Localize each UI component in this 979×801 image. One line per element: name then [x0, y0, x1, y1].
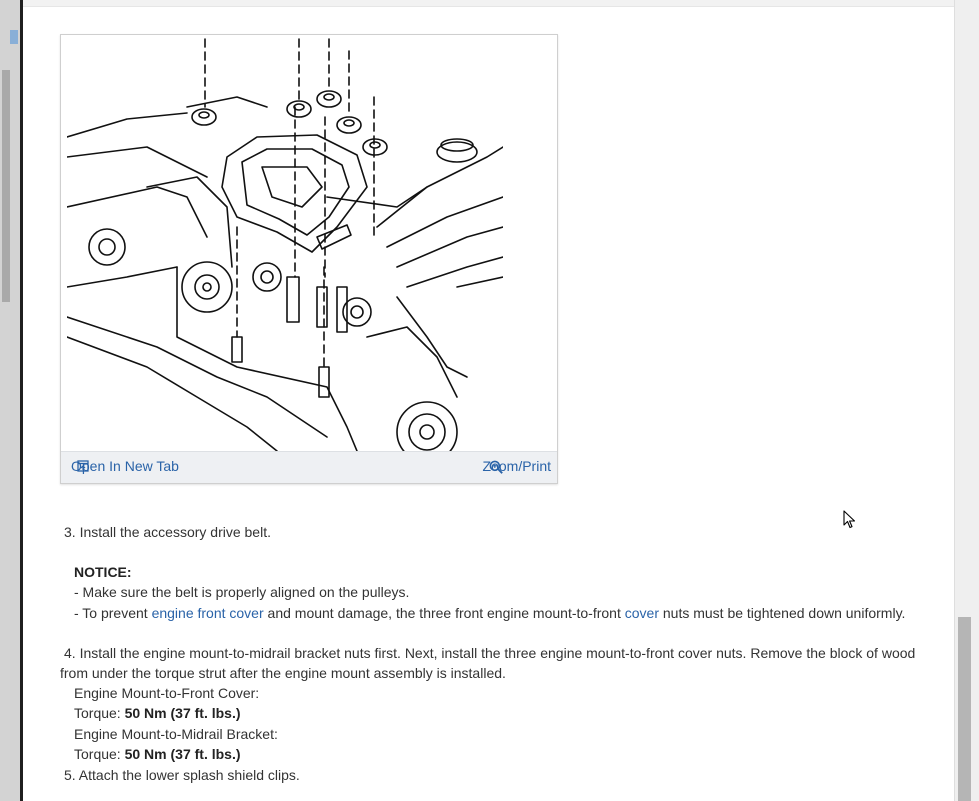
spec-2-torque: Torque: 50 Nm (37 ft. lbs.) [74, 744, 241, 764]
spec-1-label: Engine Mount-to-Front Cover: [74, 685, 260, 701]
engine-mount-illustration-frame: Open In New Tab Zoom/Print [60, 34, 558, 484]
step-5: 5. Attach the lower splash shield clips. [64, 767, 300, 783]
notice-line-2: - To prevent engine front cover and moun… [74, 603, 905, 623]
engine-mount-diagram[interactable] [67, 37, 503, 451]
window-top-edge [23, 0, 957, 7]
open-in-new-tab-link[interactable]: Open In New Tab [71, 458, 179, 474]
figure-toolbar: Open In New Tab Zoom/Print [61, 451, 557, 483]
open-new-tab-icon [77, 460, 89, 472]
notice-label: NOTICE: [74, 564, 132, 580]
step-3: 3. Install the accessory drive belt. [64, 524, 271, 540]
notice-line-1: - Make sure the belt is properly aligned… [74, 584, 410, 600]
zoom-print-link[interactable]: Zoom/Print [483, 458, 551, 474]
notice-line-2-mid: and mount damage, the three front engine… [263, 605, 625, 621]
magnifier-icon [489, 460, 503, 474]
document-window: Open In New Tab Zoom/Print 3. Install th… [20, 0, 957, 801]
notice-heading: NOTICE: [74, 562, 132, 582]
spec-2-value: 50 Nm (37 ft. lbs.) [124, 746, 241, 762]
cover-link[interactable]: cover [625, 605, 659, 621]
step-4-line-1: 4. Install the engine mount-to-midrail b… [64, 645, 916, 661]
torque-prefix: Torque: [74, 746, 125, 762]
background-window-accent [10, 30, 18, 44]
spec-2-label: Engine Mount-to-Midrail Bracket: [74, 726, 278, 742]
mouse-cursor-icon [843, 510, 856, 529]
notice-line-2-prefix: - To prevent [74, 605, 152, 621]
vertical-scrollbar-thumb[interactable] [958, 617, 971, 801]
torque-prefix: Torque: [74, 705, 125, 721]
step-4-line-2: from under the torque strut after the en… [60, 665, 506, 681]
spec-1-torque: Torque: 50 Nm (37 ft. lbs.) [74, 703, 241, 723]
notice-line-2-suffix: nuts must be tightened down uniformly. [658, 605, 906, 621]
background-window-strip [0, 0, 20, 801]
engine-front-cover-link[interactable]: engine front cover [152, 605, 264, 621]
spec-1-value: 50 Nm (37 ft. lbs.) [124, 705, 241, 721]
background-scrollbar-thumb [2, 70, 10, 302]
